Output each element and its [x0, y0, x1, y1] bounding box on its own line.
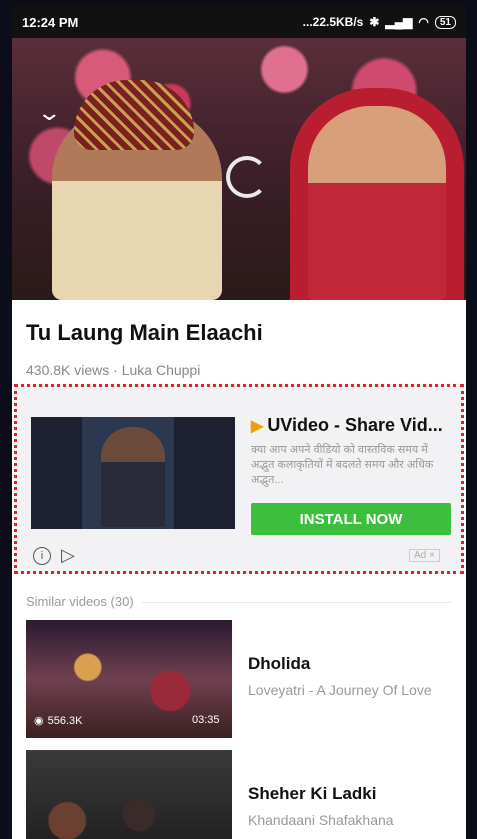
similar-videos-label: Similar videos (30)	[26, 594, 134, 609]
eye-icon: ◉	[34, 715, 44, 727]
uvideo-logo-icon: ▶	[251, 417, 264, 435]
ad-banner[interactable]: ▶ UVideo - Share Vid... क्या आप अपने वीड…	[14, 384, 464, 574]
video-meta: 430.8K views · Luka Chuppi	[26, 362, 201, 378]
ad-title[interactable]: ▶ UVideo - Share Vid...	[251, 415, 443, 436]
video-player[interactable]: ⌄ 00:00 00:00 ⤡	[12, 38, 466, 316]
video-thumbnail[interactable]	[26, 750, 232, 839]
views-count: 556.3K	[47, 714, 83, 727]
list-item[interactable]: Sheher Ki Ladki Khandaani Shafakhana	[26, 750, 456, 839]
ad-thumbnail[interactable]	[31, 417, 235, 529]
total-time: 00:00	[384, 302, 415, 316]
wifi-icon: ◠	[418, 15, 429, 29]
battery-icon: 51	[434, 15, 456, 29]
info-icon[interactable]: i	[33, 547, 51, 565]
video-item-subtitle: Loveyatri - A Journey Of Love	[248, 682, 432, 698]
status-bar: 12:24 PM ...22.5KB/s ✱ ▂▄▆ ◠ 51	[12, 6, 466, 38]
status-indicators: ...22.5KB/s ✱ ▂▄▆ ◠ 51	[303, 15, 456, 29]
signal-icon: ▂▄▆	[385, 15, 413, 29]
ad-badge[interactable]: Ad ×	[409, 549, 440, 562]
video-frame-turban	[74, 80, 194, 150]
video-item-title: Dholida	[248, 654, 311, 673]
ad-title-text: UVideo - Share Vid...	[267, 415, 443, 435]
video-title: Tu Laung Main Elaachi	[26, 320, 263, 345]
install-now-button[interactable]: INSTALL NOW	[251, 503, 451, 535]
video-item-subtitle: Khandaani Shafakhana	[248, 812, 394, 828]
fullscreen-icon[interactable]: ⤡	[436, 298, 449, 316]
ad-choices-icon[interactable]: ▷	[61, 545, 75, 566]
phone-screen: 12:24 PM ...22.5KB/s ✱ ▂▄▆ ◠ 51 ⌄ 00:00 …	[12, 6, 466, 839]
loading-spinner-icon	[226, 156, 268, 198]
list-item[interactable]: ◉ 556.3K 03:35 Dholida Loveyatri - A Jou…	[26, 620, 456, 738]
video-item-title: Sheher Ki Ladki	[248, 784, 377, 803]
ad-thumbnail-figure	[101, 427, 165, 527]
video-frame-veil	[290, 88, 464, 300]
ad-description: क्या आप अपने वीडियो को वास्तविक समय में …	[251, 444, 434, 486]
divider	[142, 602, 452, 603]
collapse-chevron-icon[interactable]: ⌄	[36, 100, 62, 126]
duration-badge: 03:35	[192, 714, 220, 726]
bluetooth-icon: ✱	[369, 15, 380, 29]
seek-bar[interactable]	[82, 308, 372, 311]
network-speed: ...22.5KB/s	[302, 15, 364, 29]
current-time: 00:00	[32, 302, 63, 316]
status-time: 12:24 PM	[22, 14, 79, 30]
views-badge: ◉ 556.3K	[34, 714, 83, 728]
